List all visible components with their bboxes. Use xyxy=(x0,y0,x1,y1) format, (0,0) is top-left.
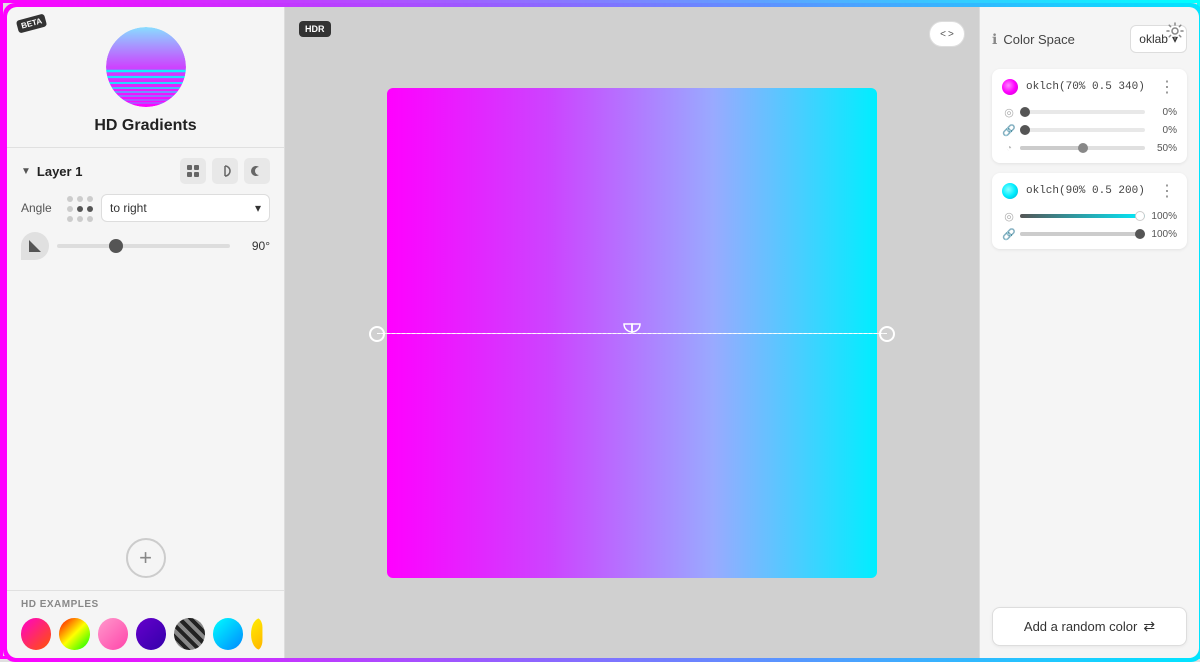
dot-mc[interactable] xyxy=(77,206,83,212)
nav-arrows-button[interactable]: < > xyxy=(929,21,965,47)
canvas-area: HDR < > xyxy=(285,7,979,658)
stop-slider-value-1b: 0% xyxy=(1149,125,1177,136)
angle-slider-thumb[interactable] xyxy=(109,239,123,253)
angle-slider-row: 90° xyxy=(21,232,270,260)
layer-name: Layer 1 xyxy=(37,164,83,179)
link-icon-2: 🔗 xyxy=(1002,227,1016,241)
stop-slider-row-1b: 🔗 0% xyxy=(1002,123,1177,137)
example-swatch-4[interactable] xyxy=(136,618,166,650)
color-label-2: oklch(90% 0.5 200) xyxy=(1026,185,1149,197)
layer-header: ▼ Layer 1 xyxy=(21,158,270,184)
stop-slider-row-2a: ◎ 100% xyxy=(1002,209,1177,223)
add-random-label: Add a random color xyxy=(1024,619,1137,634)
gradient-line xyxy=(377,333,887,334)
angle-dropdown[interactable]: to right ▾ xyxy=(101,194,270,222)
example-swatch-3[interactable] xyxy=(98,618,128,650)
dot-bl[interactable] xyxy=(67,216,73,222)
shuffle-icon: ⇄ xyxy=(1143,618,1155,635)
gradient-canvas[interactable] xyxy=(387,88,877,578)
stop-slider-track-1c[interactable] xyxy=(1020,146,1145,150)
stop-slider-row-2b: 🔗 100% xyxy=(1002,227,1177,241)
midpoint-icon: ◔ xyxy=(1002,141,1016,155)
stop-slider-value-2a: 100% xyxy=(1149,211,1177,222)
stop-slider-row-1a: ◎ 0% xyxy=(1002,105,1177,119)
dot-tr[interactable] xyxy=(87,196,93,202)
dot-tl[interactable] xyxy=(67,196,73,202)
color-space-label: Color Space xyxy=(1003,32,1075,47)
color-dot-1[interactable] xyxy=(1002,79,1018,95)
angle-row: Angle to right xyxy=(21,194,270,222)
sidebar: BETA xyxy=(7,7,285,658)
angle-label: Angle xyxy=(21,201,57,215)
gradient-stop-right[interactable] xyxy=(879,326,895,342)
stop-slider-track-1b[interactable] xyxy=(1020,128,1145,132)
add-layer-row: + xyxy=(7,526,284,590)
nav-right-icon: > xyxy=(948,29,954,40)
stop-slider-track-2a[interactable] xyxy=(1020,214,1145,218)
app-inner: BETA xyxy=(7,7,1199,658)
stop-slider-value-2b: 100% xyxy=(1149,229,1177,240)
color-stop-card-2: oklch(90% 0.5 200) ⋮ ◎ 100% 🔗 xyxy=(992,173,1187,249)
layer-collapse-icon[interactable]: ▼ xyxy=(21,166,31,177)
color-stop-card-1: oklch(70% 0.5 340) ⋮ ◎ 0% xyxy=(992,69,1187,163)
color-stop-more-btn-2[interactable]: ⋮ xyxy=(1157,181,1177,201)
right-panel: ℹ Color Space oklab ▾ oklch(70% 0.5 340)… xyxy=(979,7,1199,658)
layer-half-circle-btn[interactable] xyxy=(212,158,238,184)
stop-slider-value-1c: 50% xyxy=(1149,143,1177,154)
example-swatch-2[interactable] xyxy=(59,618,89,650)
stop-slider-row-1c: ◔ 50% xyxy=(1002,141,1177,155)
sidebar-header: BETA xyxy=(7,7,284,147)
example-swatch-6[interactable] xyxy=(213,618,243,650)
angle-value: 90° xyxy=(238,239,270,253)
opacity-icon: ◎ xyxy=(1002,105,1016,119)
link-icon-1: 🔗 xyxy=(1002,123,1016,137)
color-space-row: ℹ Color Space oklab ▾ xyxy=(992,25,1187,53)
settings-button[interactable] xyxy=(1161,17,1189,45)
dot-tc[interactable] xyxy=(77,196,83,202)
examples-label: HD EXAMPLES xyxy=(21,599,270,610)
stop-slider-value-1a: 0% xyxy=(1149,107,1177,118)
nav-left-icon: < xyxy=(940,29,946,40)
dot-bc[interactable] xyxy=(77,216,83,222)
example-swatch-1[interactable] xyxy=(21,618,51,650)
layer-moon-btn[interactable] xyxy=(244,158,270,184)
color-dot-2[interactable] xyxy=(1002,183,1018,199)
app-logo xyxy=(106,27,186,107)
stop-sliders-2: ◎ 100% 🔗 100% xyxy=(1002,209,1177,241)
layer-icons xyxy=(180,158,270,184)
position-icon: ◎ xyxy=(1002,209,1016,223)
stop-slider-track-2b[interactable] xyxy=(1020,232,1145,236)
info-icon: ℹ xyxy=(992,31,997,48)
angle-icon xyxy=(21,232,49,260)
layer-section: ▼ Layer 1 xyxy=(7,148,284,278)
example-swatch-5[interactable] xyxy=(174,618,204,650)
beta-badge: BETA xyxy=(16,13,48,33)
app-wrapper: BETA xyxy=(3,3,1200,662)
dot-br[interactable] xyxy=(87,216,93,222)
stop-slider-track-1a[interactable] xyxy=(1020,110,1145,114)
dot-ml[interactable] xyxy=(67,206,73,212)
midpoint-handle[interactable] xyxy=(622,320,642,334)
stop-sliders-1: ◎ 0% 🔗 0% xyxy=(1002,105,1177,155)
gradient-stop-left[interactable] xyxy=(369,326,385,342)
hdr-badge: HDR xyxy=(299,21,331,37)
chevron-down-icon: ▾ xyxy=(255,201,261,215)
color-stop-more-btn-1[interactable]: ⋮ xyxy=(1157,77,1177,97)
examples-section: HD EXAMPLES xyxy=(7,590,284,658)
direction-dots[interactable] xyxy=(65,194,93,222)
examples-row xyxy=(21,618,270,650)
add-random-color-button[interactable]: Add a random color ⇄ xyxy=(992,607,1187,646)
app-title: HD Gradients xyxy=(94,117,196,135)
layer-grid-btn[interactable] xyxy=(180,158,206,184)
add-layer-button[interactable]: + xyxy=(126,538,166,578)
layer-title-row: ▼ Layer 1 xyxy=(21,164,82,179)
angle-slider-track[interactable] xyxy=(57,244,230,248)
sidebar-spacer xyxy=(7,278,284,526)
dot-mr[interactable] xyxy=(87,206,93,212)
color-label-1: oklch(70% 0.5 340) xyxy=(1026,81,1149,93)
color-stop-header-2: oklch(90% 0.5 200) ⋮ xyxy=(1002,181,1177,201)
example-swatch-7[interactable] xyxy=(251,618,270,650)
color-stop-header-1: oklch(70% 0.5 340) ⋮ xyxy=(1002,77,1177,97)
